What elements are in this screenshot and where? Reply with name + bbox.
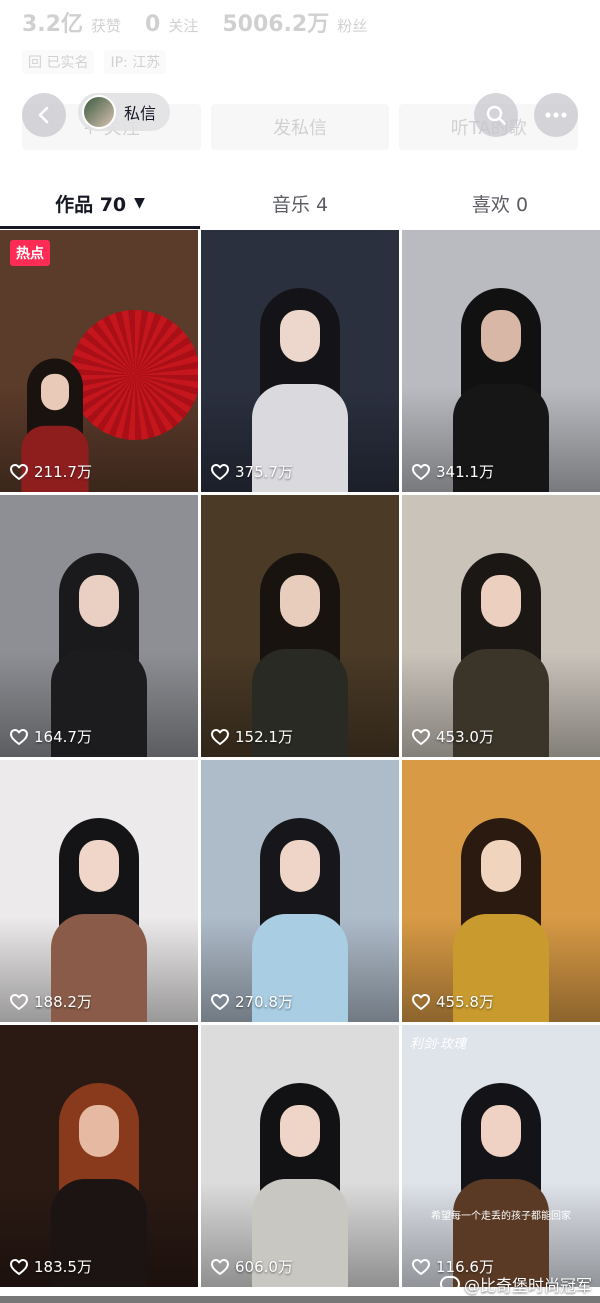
heart-icon — [211, 993, 229, 1010]
heart-icon — [412, 1258, 430, 1275]
avatar — [82, 95, 116, 129]
followers-count[interactable]: 5006.2万 — [222, 6, 329, 38]
more-button[interactable] — [534, 93, 578, 137]
tab-likes-label: 喜欢 0 — [471, 193, 529, 216]
watermark: @比奇堡时尚冠军 — [440, 1272, 592, 1296]
face-shape — [79, 1104, 119, 1157]
like-count: 188.2万 — [10, 991, 92, 1012]
video-thumbnail[interactable]: 453.0万 — [402, 495, 600, 757]
video-thumbnail[interactable]: 183.5万 — [0, 1025, 198, 1287]
video-thumbnail[interactable]: 164.7万 — [0, 495, 198, 757]
face-shape — [280, 574, 320, 627]
heart-icon — [211, 728, 229, 745]
heart-icon — [412, 728, 430, 745]
like-count-text: 455.8万 — [436, 993, 494, 1011]
like-count: 270.8万 — [211, 991, 293, 1012]
search-icon — [486, 105, 506, 125]
like-count-text: 188.2万 — [34, 993, 92, 1011]
content-tabs: 作品 70 ▼ 音乐 4 喜欢 0 — [0, 178, 600, 229]
heart-icon — [10, 463, 28, 480]
like-count-text: 183.5万 — [34, 1258, 92, 1276]
ip-location-tag: IP: 江苏 — [104, 50, 167, 74]
heart-icon — [10, 993, 28, 1010]
face-shape — [481, 309, 521, 362]
thumbnail-caption: 希望每一个走丢的孩子都能回家 — [431, 1211, 571, 1222]
verified-tag: 回 已实名 — [22, 50, 95, 74]
face-shape — [79, 574, 119, 627]
like-count: 164.7万 — [10, 726, 92, 747]
thumbnail-title: 利剑·玫瑰 — [410, 1037, 467, 1052]
face-shape — [280, 1104, 320, 1157]
like-count-text: 164.7万 — [34, 728, 92, 746]
heart-icon — [412, 463, 430, 480]
face-shape — [79, 839, 119, 892]
followers-label[interactable]: 粉丝 — [337, 15, 367, 36]
heart-icon — [10, 728, 28, 745]
video-thumbnail[interactable]: 热点 211.7万 — [0, 230, 198, 492]
video-thumbnail[interactable]: 152.1万 — [201, 495, 399, 757]
tab-works[interactable]: 作品 70 ▼ — [0, 178, 200, 228]
face-shape — [481, 1104, 521, 1157]
video-thumbnail[interactable]: 341.1万 — [402, 230, 600, 492]
face-shape — [481, 839, 521, 892]
face-shape — [280, 839, 320, 892]
likes-count: 3.2亿 — [22, 12, 83, 37]
tab-music-label: 音乐 4 — [271, 193, 329, 216]
like-count: 152.1万 — [211, 726, 293, 747]
dm-label: 私信 — [124, 104, 157, 123]
next-row-peek — [0, 1296, 600, 1303]
like-count-text: 270.8万 — [235, 993, 293, 1011]
video-thumbnail[interactable]: 利剑·玫瑰 希望每一个走丢的孩子都能回家 116.6万 — [402, 1025, 600, 1287]
like-count-text: 453.0万 — [436, 728, 494, 746]
heart-icon — [10, 1258, 28, 1275]
tab-likes[interactable]: 喜欢 0 — [400, 178, 600, 228]
video-thumbnail[interactable]: 606.0万 — [201, 1025, 399, 1287]
tab-music[interactable]: 音乐 4 — [200, 178, 400, 228]
watermark-text: @比奇堡时尚冠军 — [464, 1276, 593, 1295]
chevron-left-icon — [38, 106, 49, 124]
following-label[interactable]: 关注 — [168, 15, 198, 36]
like-count: 606.0万 — [211, 1256, 293, 1277]
like-count-text: 606.0万 — [235, 1258, 293, 1276]
search-button[interactable] — [474, 93, 518, 137]
video-thumbnail[interactable]: 188.2万 — [0, 760, 198, 1022]
like-count: 211.7万 — [10, 461, 92, 482]
face-shape — [280, 309, 320, 362]
tab-works-label: 作品 70 — [55, 193, 127, 216]
like-count-text: 152.1万 — [235, 728, 293, 746]
profile-stats: 3.2亿 获赞 0 关注 5006.2万 粉丝 — [22, 6, 383, 38]
more-dots-icon — [545, 112, 567, 118]
outfit-shape — [21, 426, 90, 492]
video-grid: 热点 211.7万 375.7万 341.1万 164.7万 152.1万 453.0万 18… — [0, 230, 600, 1287]
hot-badge: 热点 — [10, 240, 50, 266]
like-count: 183.5万 — [10, 1256, 92, 1277]
dm-button[interactable]: 私信 — [78, 93, 171, 131]
video-thumbnail[interactable]: 270.8万 — [201, 760, 399, 1022]
umbrella-prop — [70, 310, 198, 440]
likes-label: 获赞 — [90, 17, 121, 35]
active-tab-indicator — [0, 226, 200, 229]
top-bar: 私信 — [0, 90, 600, 140]
like-count: 375.7万 — [211, 461, 293, 482]
weibo-eye-icon — [440, 1276, 460, 1292]
heart-icon — [211, 1258, 229, 1275]
face-shape — [41, 374, 70, 411]
video-thumbnail[interactable]: 375.7万 — [201, 230, 399, 492]
caret-down-icon: ▼ — [134, 195, 145, 211]
profile-tags: 回 已实名 IP: 江苏 — [22, 50, 167, 74]
heart-icon — [211, 463, 229, 480]
like-count-text: 341.1万 — [436, 463, 494, 481]
like-count: 453.0万 — [412, 726, 494, 747]
back-button[interactable] — [22, 93, 66, 137]
heart-icon — [412, 993, 430, 1010]
like-count: 341.1万 — [412, 461, 494, 482]
video-thumbnail[interactable]: 455.8万 — [402, 760, 600, 1022]
face-shape — [481, 574, 521, 627]
like-count-text: 211.7万 — [34, 463, 92, 481]
like-count-text: 375.7万 — [235, 463, 293, 481]
following-count[interactable]: 0 — [145, 12, 160, 37]
like-count: 455.8万 — [412, 991, 494, 1012]
